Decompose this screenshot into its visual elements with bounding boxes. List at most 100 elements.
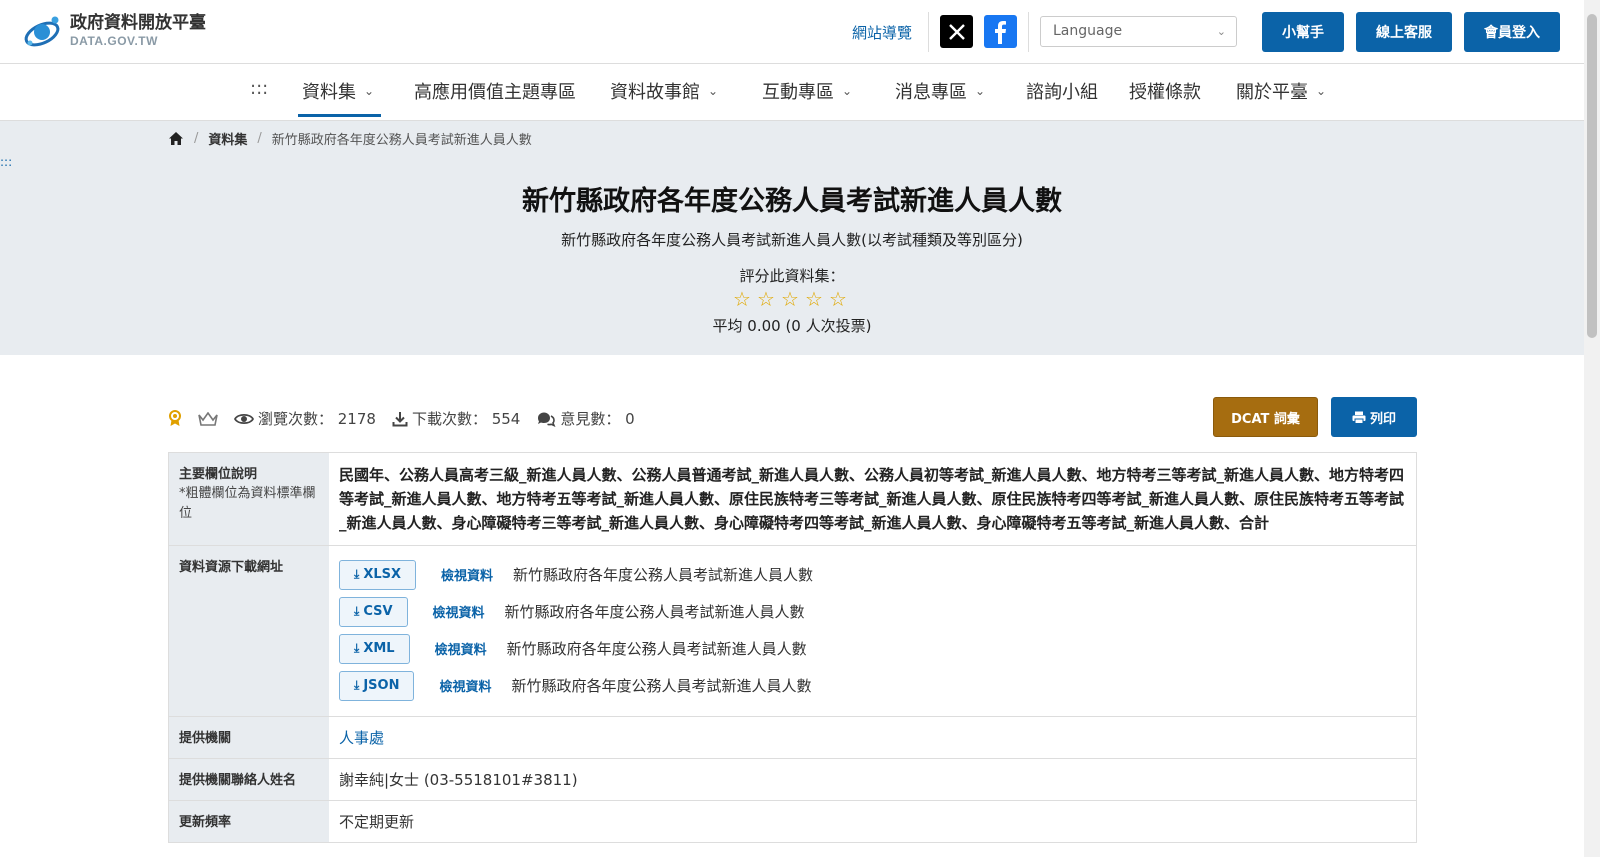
member-login-button[interactable]: 會員登入: [1464, 12, 1560, 52]
agency-label: 提供機關: [169, 717, 329, 758]
eye-icon: [234, 412, 254, 426]
download-csv-button[interactable]: ⤓ CSV: [339, 596, 408, 627]
divider: [1028, 12, 1029, 52]
table-row: 提供機關 人事處: [169, 717, 1416, 759]
chevron-down-icon: ⌄: [708, 84, 719, 98]
nav-label: 諮詢小組: [1026, 82, 1098, 103]
star-icon[interactable]: ☆: [826, 288, 850, 310]
nav-item-advisory[interactable]: 諮詢小組: [1026, 78, 1098, 104]
dataset-description: 新竹縣政府各年度公務人員考試新進人員人數(以考試種類及等別區分): [561, 231, 1023, 249]
nav-label: 互動專區: [762, 82, 834, 103]
dataset-stats: 瀏覽次數： 2178 下載次數： 554 意見數： 0: [168, 408, 651, 429]
list-item: ⤓ JSON 檢視資料 新竹縣政府各年度公務人員考試新進人員人數: [339, 667, 1406, 704]
dcat-vocabulary-button[interactable]: DCAT 詞彙: [1213, 397, 1318, 437]
format-label: JSON: [363, 678, 400, 693]
breadcrumb-separator: /: [194, 131, 199, 146]
logo-subtitle: DATA.GOV.TW: [70, 34, 158, 48]
contact-label: 提供機關聯絡人姓名: [169, 759, 329, 800]
print-label: 列印: [1369, 411, 1396, 427]
scrollbar-thumb[interactable]: [1587, 14, 1597, 338]
dataset-hero: / 資料集 / 新竹縣政府各年度公務人員考試新進人員人數 ::: 新竹縣政府各年…: [0, 121, 1584, 355]
nav-item-interactive[interactable]: 互動專區 ⌄: [762, 78, 852, 104]
language-select[interactable]: Language ⌄: [1040, 16, 1237, 47]
page-scrollbar[interactable]: [1584, 0, 1600, 857]
rating-stars[interactable]: ☆ ☆ ☆ ☆ ☆: [730, 288, 850, 310]
divider: [928, 12, 929, 52]
format-label: XML: [363, 641, 395, 656]
fields-label: 主要欄位說明: [179, 467, 258, 482]
resources-list: ⤓ XLSX 檢視資料 新竹縣政府各年度公務人員考試新進人員人數 ⤓ CSV 檢視資…: [329, 546, 1416, 716]
table-row: 提供機關聯絡人姓名 謝幸純|女士 (03-5518101#3811): [169, 759, 1416, 801]
download-xml-button[interactable]: ⤓ XML: [339, 633, 410, 664]
nav-accesskey[interactable]: :::: [250, 78, 268, 99]
sitemap-link[interactable]: 網站導覽: [852, 22, 912, 43]
print-button[interactable]: 列印: [1331, 397, 1417, 437]
download-icon: ⤓: [354, 567, 360, 581]
nav-label: 資料集: [302, 82, 356, 103]
breadcrumb-current: 新竹縣政府各年度公務人員考試新進人員人數: [271, 133, 532, 148]
nav-label: 高應用價值主題專區: [414, 82, 576, 103]
resource-name: 新竹縣政府各年度公務人員考試新進人員人數: [504, 603, 805, 621]
download-icon: ⤓: [354, 678, 360, 692]
download-json-button[interactable]: ⤓ JSON: [339, 670, 415, 701]
download-xlsx-button[interactable]: ⤓ XLSX: [339, 559, 417, 590]
list-item: ⤓ XML 檢視資料 新竹縣政府各年度公務人員考試新進人員人數: [339, 630, 1406, 667]
language-placeholder: Language: [1053, 23, 1123, 39]
row-header: 主要欄位說明 *粗體欄位為資料標準欄位: [169, 453, 329, 545]
resources-label: 資料資源下載網址: [169, 546, 329, 716]
view-data-link[interactable]: 檢視資料: [433, 602, 485, 621]
nav-label: 授權條款: [1129, 82, 1201, 103]
format-label: CSV: [363, 604, 393, 619]
agency-cell: 人事處: [329, 717, 1416, 758]
chevron-down-icon: ⌄: [842, 84, 853, 98]
download-count-text: 下載次數： 554: [411, 410, 521, 428]
nav-item-stories[interactable]: 資料故事館 ⌄: [610, 78, 718, 104]
helper-button[interactable]: 小幫手: [1262, 12, 1344, 52]
logo-title: 政府資料開放平臺: [70, 13, 206, 33]
site-logo[interactable]: 政府資料開放平臺 DATA.GOV.TW: [22, 12, 206, 50]
x-twitter-icon[interactable]: [940, 15, 973, 48]
agency-link[interactable]: 人事處: [339, 729, 384, 747]
breadcrumb-separator: /: [257, 131, 262, 146]
frequency-label: 更新頻率: [169, 801, 329, 842]
fields-value: 民國年、公務人員高考三級_新進人員人數、公務人員普通考試_新進人員人數、公務人員…: [339, 466, 1405, 532]
customer-service-button[interactable]: 線上客服: [1356, 12, 1452, 52]
download-icon: ⤓: [354, 641, 360, 655]
download-icon: [392, 411, 408, 427]
view-count: 瀏覽次數： 2178: [234, 408, 376, 429]
table-row: 資料資源下載網址 ⤓ XLSX 檢視資料 新竹縣政府各年度公務人員考試新進人員人數…: [169, 546, 1416, 717]
rating-label: 評分此資料集：: [739, 267, 845, 285]
nav-item-high-value[interactable]: 高應用價值主題專區: [414, 78, 576, 104]
nav-item-datasets[interactable]: 資料集 ⌄: [302, 78, 374, 104]
breadcrumb-datasets[interactable]: 資料集: [208, 129, 247, 148]
resource-name: 新竹縣政府各年度公務人員考試新進人員人數: [513, 566, 814, 584]
award-icon: [168, 410, 182, 427]
download-count: 下載次數： 554: [392, 408, 520, 429]
nav-item-news[interactable]: 消息專區 ⌄: [895, 78, 985, 104]
table-row: 更新頻率 不定期更新: [169, 801, 1416, 842]
printer-icon: [1352, 411, 1366, 424]
resource-name: 新竹縣政府各年度公務人員考試新進人員人數: [511, 677, 812, 695]
side-accesskey[interactable]: :::: [0, 155, 12, 169]
view-data-link[interactable]: 檢視資料: [441, 565, 493, 584]
view-data-link[interactable]: 檢視資料: [439, 676, 491, 695]
star-icon[interactable]: ☆: [802, 288, 826, 310]
logo-icon: [24, 16, 60, 47]
format-label: XLSX: [363, 567, 402, 582]
main-nav: ::: 資料集 ⌄ 高應用價值主題專區 資料故事館 ⌄ 互動專區 ⌄ 消息專區 ⌄ 諮詢…: [0, 64, 1584, 121]
nav-item-about[interactable]: 關於平臺 ⌄: [1236, 78, 1326, 104]
comment-count-text: 意見數： 0: [560, 410, 635, 428]
fields-note: *粗體欄位為資料標準欄位: [179, 486, 316, 521]
view-data-link[interactable]: 檢視資料: [435, 639, 487, 658]
star-icon[interactable]: ☆: [778, 288, 802, 310]
star-icon[interactable]: ☆: [730, 288, 754, 310]
star-icon[interactable]: ☆: [754, 288, 778, 310]
nav-item-license[interactable]: 授權條款: [1129, 78, 1201, 104]
crown-icon: [198, 411, 218, 426]
home-icon[interactable]: [168, 131, 184, 146]
nav-label: 資料故事館: [610, 82, 700, 103]
top-header: 政府資料開放平臺 DATA.GOV.TW 網站導覽 Language ⌄ 小幫手…: [0, 0, 1584, 64]
chevron-down-icon: ⌄: [1316, 84, 1327, 98]
chevron-down-icon: ⌄: [975, 84, 986, 98]
facebook-icon[interactable]: [984, 15, 1017, 48]
